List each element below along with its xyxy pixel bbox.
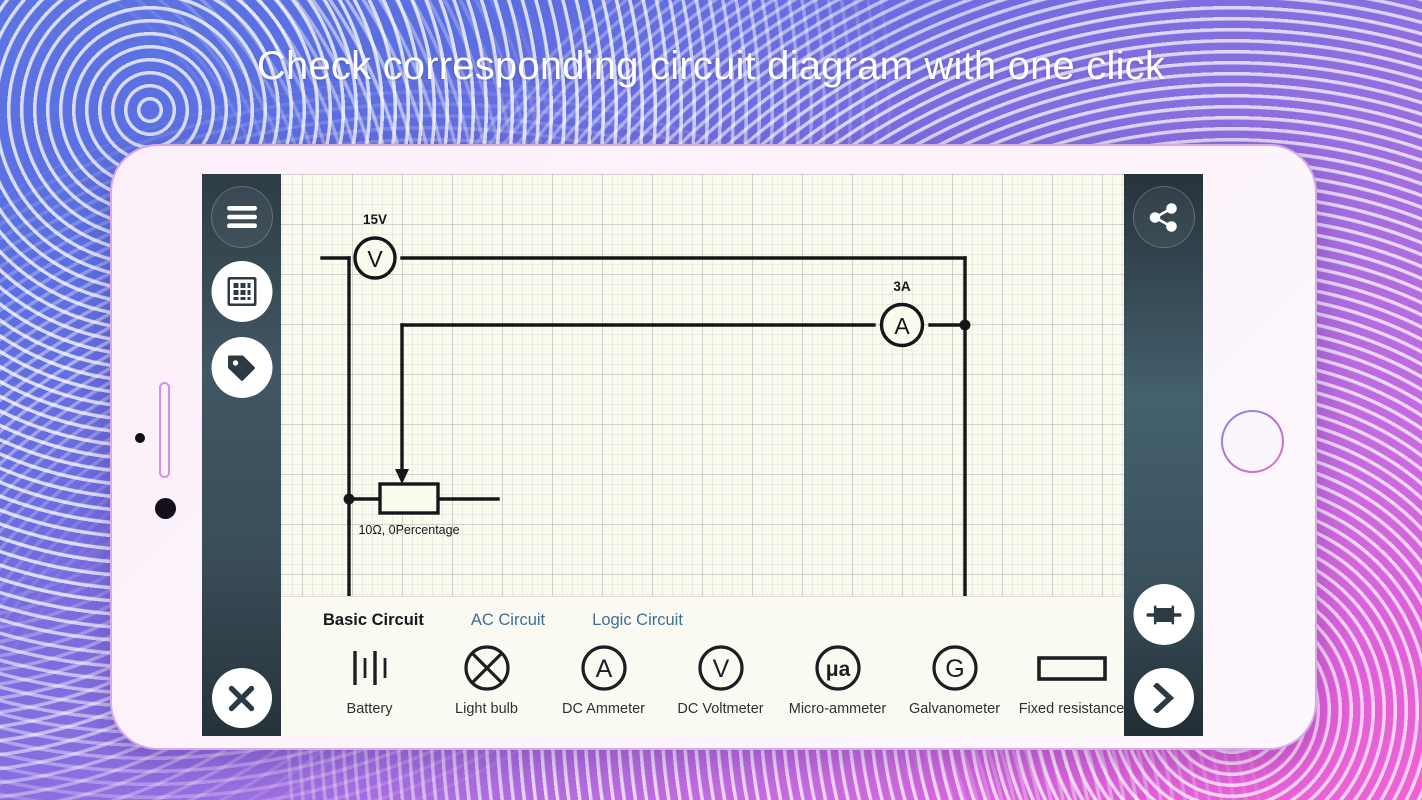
voltmeter-value-label: 15V	[363, 212, 387, 227]
palette-item-label: DC Voltmeter	[677, 701, 764, 717]
svg-text:A: A	[595, 655, 612, 683]
voltmeter-symbol-wrap: V	[695, 640, 747, 696]
svg-text:V: V	[712, 655, 729, 683]
palette-item-galvanometer[interactable]: G Galvanometer	[896, 640, 1013, 717]
tag-button[interactable]	[211, 337, 272, 398]
app-screen: V 15V A 3A 10Ω, 0Percentage Basic Circui…	[202, 174, 1203, 736]
svg-text:G: G	[945, 655, 964, 683]
palette-item-battery[interactable]: Battery	[311, 640, 428, 717]
palette-item-label: Battery	[346, 701, 393, 717]
phone-mockup: V 15V A 3A 10Ω, 0Percentage Basic Circui…	[110, 144, 1317, 750]
junction-dot-left	[343, 493, 355, 505]
micro-ammeter-symbol-icon: μa	[814, 645, 861, 691]
left-toolbar	[202, 174, 281, 736]
share-icon	[1149, 202, 1177, 232]
micro-ammeter-symbol-wrap: μa	[812, 640, 864, 696]
phone-speaker	[159, 382, 170, 478]
voltmeter-symbol-icon: V	[697, 645, 744, 691]
palette-item-label: Galvanometer	[908, 701, 1001, 717]
battery-symbol-icon	[352, 651, 386, 685]
fixed-resistor-symbol-icon	[1036, 656, 1107, 681]
page-title: Check corresponding circuit diagram with…	[256, 44, 1166, 88]
junction-dot-right	[959, 319, 971, 331]
ammeter-symbol: A	[894, 313, 910, 339]
lamp-symbol-icon	[463, 645, 510, 691]
tab-logic-circuit[interactable]: Logic Circuit	[592, 611, 683, 630]
ammeter-value-label: 3A	[893, 279, 911, 294]
palette-item-label: Fixed resistance	[1018, 701, 1124, 717]
schematic-rheostat[interactable]: 10Ω, 0Percentage	[358, 364, 460, 537]
lamp-symbol-wrap	[461, 640, 513, 696]
palette-item-light-bulb[interactable]: Light bulb	[428, 640, 545, 717]
schematic-ammeter[interactable]: A 3A	[879, 279, 925, 348]
palette-item-dc-voltmeter[interactable]: V DC Voltmeter	[662, 640, 779, 717]
ammeter-symbol-wrap: A	[578, 640, 630, 696]
tag-icon	[228, 355, 255, 381]
ammeter-symbol-icon: A	[580, 645, 627, 691]
resistor-value-label: 10Ω, 0Percentage	[358, 523, 459, 537]
battery-symbol-wrap	[345, 640, 395, 696]
palette-item-label: Light bulb	[455, 701, 518, 717]
palette-component-list: Battery Light bulb A DC Ammeter V DC Vol…	[281, 630, 1124, 717]
component-palette: Basic Circuit AC Circuit Logic Circuit B…	[281, 596, 1124, 736]
palette-item-dc-ammeter[interactable]: A DC Ammeter	[545, 640, 662, 717]
palette-item-label: Micro-ammeter	[788, 701, 887, 717]
tab-ac-circuit[interactable]: AC Circuit	[471, 611, 545, 630]
chevron-right-icon	[1152, 683, 1174, 713]
share-button[interactable]	[1132, 186, 1195, 248]
close-button[interactable]	[211, 668, 272, 728]
close-x-icon	[228, 685, 255, 711]
next-button[interactable]	[1133, 668, 1194, 728]
phone-camera-dot	[155, 498, 176, 519]
component-button[interactable]	[1133, 584, 1194, 645]
fixed-resistor-symbol-wrap	[1036, 640, 1108, 696]
menu-button[interactable]	[210, 186, 273, 248]
galvanometer-symbol-icon: G	[931, 645, 978, 691]
schematic-voltmeter[interactable]: V 15V	[353, 212, 397, 280]
voltmeter-symbol: V	[367, 246, 383, 272]
phone-sensor-dot	[135, 433, 145, 443]
palette-item-label: DC Ammeter	[562, 701, 645, 717]
palette-item-micro-ammeter[interactable]: μa Micro-ammeter	[779, 640, 896, 717]
palette-item-fixed-resistance[interactable]: Fixed resistance	[1013, 640, 1124, 717]
tab-basic-circuit[interactable]: Basic Circuit	[323, 611, 424, 630]
palette-tabs: Basic Circuit AC Circuit Logic Circuit	[281, 597, 1124, 630]
svg-text:μa: μa	[825, 658, 850, 681]
grid-button[interactable]	[211, 261, 272, 322]
galvanometer-symbol-wrap: G	[929, 640, 981, 696]
resistor-icon	[1146, 605, 1181, 624]
grid-icon	[227, 277, 256, 306]
right-toolbar	[1124, 174, 1203, 736]
phone-home-button[interactable]	[1221, 410, 1284, 473]
hamburger-menu-icon	[226, 206, 257, 228]
